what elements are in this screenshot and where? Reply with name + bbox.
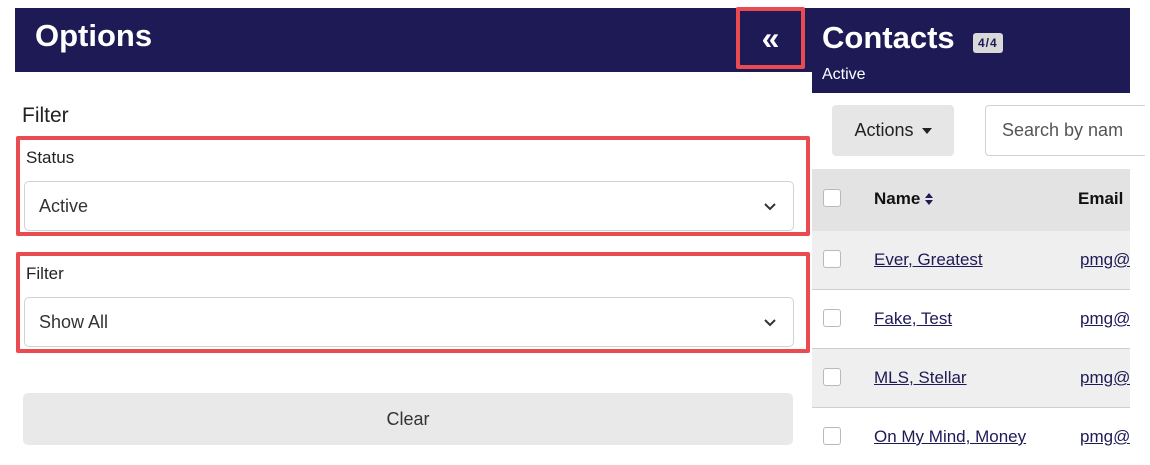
email-column-header[interactable]: Email (1078, 189, 1123, 209)
filter-value: Show All (39, 311, 109, 332)
contact-name-link[interactable]: On My Mind, Money (874, 427, 1026, 447)
actions-label: Actions (854, 120, 914, 140)
select-all-checkbox[interactable] (823, 189, 841, 207)
name-column-label: Name (874, 189, 921, 208)
search-input[interactable] (985, 105, 1145, 156)
row-checkbox[interactable] (823, 427, 841, 445)
options-title: Options (35, 18, 153, 53)
options-header: Options (15, 8, 812, 72)
table-row: MLS, Stellar pmg@ (812, 349, 1130, 408)
contact-email-link[interactable]: pmg@ (1080, 250, 1130, 270)
contact-name-link[interactable]: Fake, Test (874, 309, 952, 329)
chevron-down-icon (764, 203, 776, 211)
contact-name-link[interactable]: MLS, Stellar (874, 368, 967, 388)
chevron-down-icon (764, 319, 776, 327)
collapse-panel-button[interactable]: « (736, 7, 805, 69)
contacts-status-subtitle: Active (822, 66, 866, 83)
table-header: Name Email (812, 169, 1130, 231)
row-checkbox[interactable] (823, 368, 841, 386)
caret-down-icon (921, 127, 932, 134)
status-field-group: Status Active (16, 136, 810, 236)
row-checkbox[interactable] (823, 250, 841, 268)
contact-email-link[interactable]: pmg@ (1080, 309, 1130, 329)
status-select[interactable]: Active (24, 181, 794, 231)
contact-email-link[interactable]: pmg@ (1080, 368, 1130, 388)
contacts-header: Contacts 4/4 Active (812, 8, 1130, 93)
name-column-header[interactable]: Name (874, 189, 934, 209)
filter-field-group: Filter Show All (16, 252, 810, 353)
double-chevron-left-icon: « (761, 19, 780, 56)
filter-heading: Filter (22, 104, 69, 127)
status-label: Status (26, 148, 75, 167)
table-row: Ever, Greatest pmg@ (812, 231, 1130, 290)
table-row: On My Mind, Money pmg@ (812, 408, 1130, 465)
row-checkbox[interactable] (823, 309, 841, 327)
sort-icon (925, 193, 934, 205)
clear-button[interactable]: Clear (23, 393, 793, 445)
contact-name-link[interactable]: Ever, Greatest (874, 250, 983, 270)
status-value: Active (39, 195, 89, 216)
filter-label: Filter (26, 264, 64, 283)
contact-email-link[interactable]: pmg@ (1080, 427, 1130, 447)
actions-dropdown-button[interactable]: Actions (832, 105, 954, 156)
filter-select[interactable]: Show All (24, 297, 794, 347)
table-row: Fake, Test pmg@ (812, 290, 1130, 349)
count-badge: 4/4 (973, 33, 1003, 53)
contacts-title: Contacts (822, 20, 955, 55)
